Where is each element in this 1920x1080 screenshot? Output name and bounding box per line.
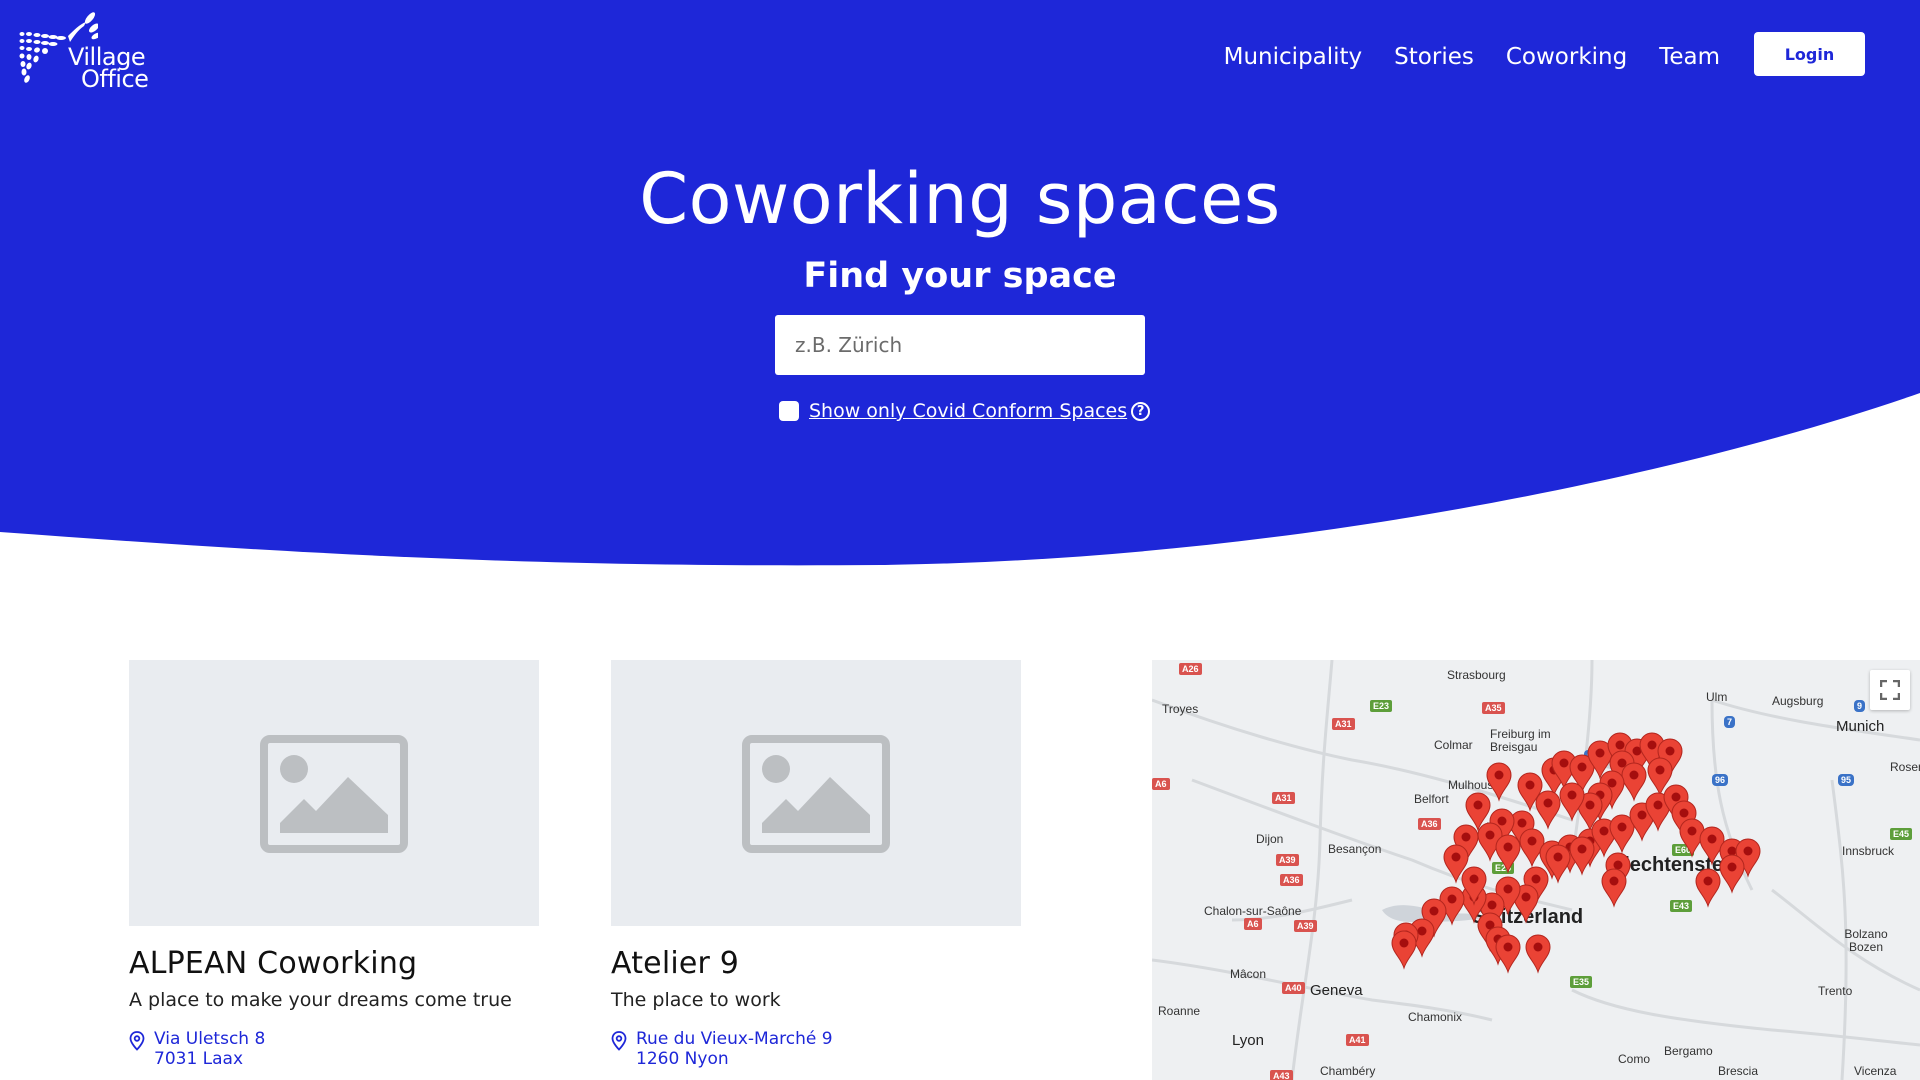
page-subtitle: Find your space (803, 256, 1117, 296)
nav-item-team[interactable]: Team (1659, 39, 1720, 75)
logo-line-2: Office (81, 65, 149, 93)
covid-filter-label[interactable]: Show only Covid Conform Spaces (809, 400, 1127, 422)
covid-filter: Show only Covid Conform Spaces ? (779, 400, 1151, 422)
hero-section: Village Office Municipality Stories Cowo… (0, 0, 1920, 580)
image-placeholder-icon (260, 735, 408, 853)
space-address[interactable]: Rue du Vieux-Marché 9 1260 Nyon (611, 1029, 1021, 1069)
map-marker[interactable] (1719, 854, 1745, 894)
map-marker[interactable] (1486, 762, 1512, 802)
image-placeholder-icon (742, 735, 890, 853)
map-marker[interactable] (1559, 782, 1585, 822)
map-marker[interactable] (1695, 868, 1721, 908)
map-marker[interactable] (1621, 762, 1647, 802)
map-marker[interactable] (1391, 930, 1417, 970)
space-name[interactable]: ALPEAN Coworking (129, 946, 539, 981)
space-name[interactable]: Atelier 9 (611, 946, 1021, 981)
map-marker[interactable] (1545, 844, 1571, 884)
covid-filter-checkbox[interactable] (779, 401, 799, 421)
nav-item-coworking[interactable]: Coworking (1506, 39, 1627, 75)
village-office-logo[interactable]: Village Office (18, 8, 168, 98)
map-fullscreen-button[interactable] (1870, 670, 1910, 710)
space-card-image[interactable] (611, 660, 1021, 926)
space-card[interactable]: ALPEAN Coworking A place to make your dr… (129, 660, 539, 1069)
nav-item-stories[interactable]: Stories (1394, 39, 1474, 75)
map-markers-layer (1391, 732, 1761, 974)
login-button[interactable]: Login (1754, 32, 1865, 76)
map-marker[interactable] (1495, 834, 1521, 874)
space-card-image[interactable] (129, 660, 539, 926)
map-marker[interactable] (1699, 826, 1725, 866)
address-street: Rue du Vieux-Marché 9 (636, 1029, 833, 1049)
map-marker[interactable] (1519, 828, 1545, 868)
space-description: The place to work (611, 989, 781, 1011)
map-marker[interactable] (1569, 836, 1595, 876)
address-city: 1260 Nyon (636, 1049, 729, 1069)
location-pin-icon (611, 1031, 627, 1051)
location-pin-icon (129, 1031, 145, 1051)
spaces-map[interactable]: Strasbourg Troyes Colmar Freiburg im Bre… (1152, 660, 1920, 1080)
fullscreen-icon (1880, 680, 1900, 700)
map-marker[interactable] (1535, 790, 1561, 830)
map-marker[interactable] (1609, 814, 1635, 854)
logo-wordmark: Village Office (68, 45, 149, 93)
space-address[interactable]: Via Uletsch 8 7031 Laax (129, 1029, 539, 1069)
main-nav: Municipality Stories Coworking Team Logi… (1224, 32, 1865, 76)
map-marker[interactable] (1601, 868, 1627, 908)
nav-item-municipality[interactable]: Municipality (1224, 39, 1363, 75)
address-street: Via Uletsch 8 (154, 1029, 266, 1049)
location-search-input[interactable] (775, 315, 1145, 375)
space-description: A place to make your dreams come true (129, 989, 512, 1011)
page-title: Coworking spaces (639, 158, 1281, 240)
question-circle-icon[interactable]: ? (1131, 401, 1151, 421)
map-marker[interactable] (1525, 934, 1551, 974)
space-card[interactable]: Atelier 9 The place to work Rue du Vieux… (611, 660, 1021, 1069)
map-marker[interactable] (1495, 934, 1521, 974)
address-city: 7031 Laax (154, 1049, 244, 1069)
